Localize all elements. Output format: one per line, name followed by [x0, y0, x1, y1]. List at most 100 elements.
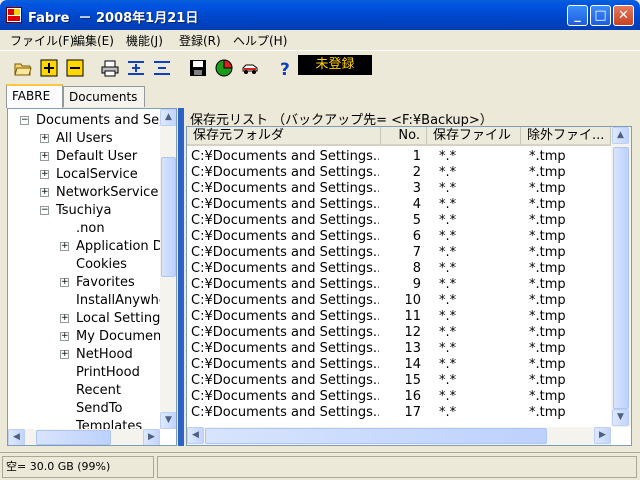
save-button[interactable] [186, 56, 210, 80]
table-row[interactable]: C:¥Documents and Settings... 15 *.* *.tmp [187, 373, 611, 389]
menu-register[interactable]: 登録(R) [179, 32, 221, 49]
collapse-icon[interactable]: − [40, 206, 49, 215]
table-row[interactable]: C:¥Documents and Settings... 14 *.* *.tmp [187, 357, 611, 373]
tree-horizontal-scrollbar[interactable]: ◀ ▶ [8, 429, 160, 445]
table-row[interactable]: C:¥Documents and Settings... 9 *.* *.tmp [187, 277, 611, 293]
cell-files: *.* [439, 309, 457, 324]
table-row[interactable]: C:¥Documents and Settings... 1 *.* *.tmp [187, 149, 611, 165]
list-scroll-up-icon[interactable]: ▲ [612, 127, 629, 144]
print-button[interactable] [98, 56, 122, 80]
title-bar[interactable]: Fabre － 2008年1月21日 _ □ ✕ [0, 0, 640, 30]
scroll-down-icon[interactable]: ▼ [160, 412, 176, 429]
cell-no: 10 [404, 293, 421, 308]
table-row[interactable]: C:¥Documents and Settings... 10 *.* *.tmp [187, 293, 611, 309]
table-row[interactable]: C:¥Documents and Settings... 2 *.* *.tmp [187, 165, 611, 181]
tree-item-label: LocalService [56, 167, 138, 182]
cell-exclude: *.tmp [529, 357, 566, 372]
cell-folder: C:¥Documents and Settings... [191, 373, 379, 388]
table-row[interactable]: C:¥Documents and Settings... 16 *.* *.tmp [187, 389, 611, 405]
table-row[interactable]: C:¥Documents and Settings... 17 *.* *.tmp [187, 405, 611, 421]
menu-bar: ファイル(F) 編集(E) 機能(J) 登録(R) ヘルプ(H) [0, 30, 640, 50]
list-vertical-scrollbar[interactable]: ▲ ▼ [611, 127, 631, 427]
menu-edit[interactable]: 編集(E) [73, 32, 114, 49]
tab-fabre[interactable]: FABRE [6, 84, 63, 108]
cell-no: 17 [404, 405, 421, 420]
cell-no: 14 [404, 357, 421, 372]
menu-help[interactable]: ヘルプ(H) [233, 32, 287, 49]
pie-chart-icon [215, 59, 233, 77]
cell-folder: C:¥Documents and Settings... [191, 405, 379, 420]
delete-row-button[interactable] [150, 56, 174, 80]
column-header-exclude[interactable]: 除外ファイ... [521, 127, 611, 146]
cell-files: *.* [439, 341, 457, 356]
expand-icon[interactable]: + [40, 152, 49, 161]
cell-files: *.* [439, 277, 457, 292]
expand-icon[interactable]: + [60, 278, 69, 287]
maximize-button[interactable]: □ [590, 5, 611, 26]
table-row[interactable]: C:¥Documents and Settings... 3 *.* *.tmp [187, 181, 611, 197]
tree-scroll-thumb[interactable] [161, 157, 176, 277]
column-header-no[interactable]: No. [381, 127, 427, 146]
close-button[interactable]: ✕ [613, 5, 634, 26]
table-row[interactable]: C:¥Documents and Settings... 4 *.* *.tmp [187, 197, 611, 213]
cell-no: 9 [412, 277, 421, 292]
expand-icon[interactable]: + [60, 242, 69, 251]
help-button[interactable]: ? [273, 56, 297, 80]
cell-files: *.* [439, 325, 457, 340]
expand-icon[interactable]: + [60, 314, 69, 323]
pane-splitter[interactable] [178, 108, 184, 446]
scroll-up-icon[interactable]: ▲ [160, 109, 176, 126]
table-row[interactable]: C:¥Documents and Settings... 7 *.* *.tmp [187, 245, 611, 261]
add-row-icon [128, 61, 144, 75]
remove-button[interactable] [63, 56, 87, 80]
menu-file[interactable]: ファイル(F) [10, 32, 74, 49]
app-icon[interactable] [6, 7, 22, 23]
table-row[interactable]: C:¥Documents and Settings... 8 *.* *.tmp [187, 261, 611, 277]
pie-chart-button[interactable] [212, 56, 236, 80]
delete-row-icon [154, 61, 170, 75]
cell-files: *.* [439, 229, 457, 244]
table-row[interactable]: C:¥Documents and Settings... 11 *.* *.tmp [187, 309, 611, 325]
scroll-left-icon[interactable]: ◀ [8, 429, 25, 445]
list-scroll-down-icon[interactable]: ▼ [612, 409, 629, 426]
expand-icon[interactable]: + [60, 332, 69, 341]
car-button[interactable] [238, 56, 262, 80]
cell-no: 5 [412, 213, 421, 228]
add-button[interactable] [37, 56, 61, 80]
list-scroll-left-icon[interactable]: ◀ [187, 427, 204, 444]
list-hscroll-thumb[interactable] [205, 428, 547, 444]
list-horizontal-scrollbar[interactable]: ◀ ▶ [187, 427, 611, 445]
table-row[interactable]: C:¥Documents and Settings... 6 *.* *.tmp [187, 229, 611, 245]
cell-folder: C:¥Documents and Settings... [191, 261, 379, 276]
tree-hscroll-thumb[interactable] [36, 430, 111, 445]
expand-icon[interactable]: + [40, 188, 49, 197]
tree-vertical-scrollbar[interactable]: ▲ ▼ [160, 109, 176, 429]
cell-no: 16 [404, 389, 421, 404]
column-header-folder[interactable]: 保存元フォルダ [187, 127, 381, 146]
expand-icon[interactable]: + [40, 170, 49, 179]
collapse-icon[interactable]: − [20, 116, 29, 125]
table-row[interactable]: C:¥Documents and Settings... 12 *.* *.tmp [187, 325, 611, 341]
column-header-files[interactable]: 保存ファイル [427, 127, 521, 146]
source-list[interactable]: 保存元フォルダ No. 保存ファイル 除外ファイ... C:¥Documents… [186, 126, 632, 446]
expand-icon[interactable]: + [60, 350, 69, 359]
menu-function[interactable]: 機能(J) [126, 32, 163, 49]
scroll-right-icon[interactable]: ▶ [143, 429, 160, 445]
cell-folder: C:¥Documents and Settings... [191, 325, 379, 340]
open-folder-button[interactable] [11, 56, 35, 80]
cell-folder: C:¥Documents and Settings... [191, 149, 379, 164]
expand-icon[interactable]: + [40, 134, 49, 143]
cell-exclude: *.tmp [529, 181, 566, 196]
add-row-button[interactable] [124, 56, 148, 80]
table-row[interactable]: C:¥Documents and Settings... 5 *.* *.tmp [187, 213, 611, 229]
cell-folder: C:¥Documents and Settings... [191, 245, 379, 260]
cell-exclude: *.tmp [529, 341, 566, 356]
list-scroll-thumb[interactable] [613, 147, 629, 409]
tree-item-label: My Documen [76, 329, 162, 344]
minimize-button[interactable]: _ [567, 5, 588, 26]
list-scroll-right-icon[interactable]: ▶ [594, 427, 611, 444]
table-row[interactable]: C:¥Documents and Settings... 13 *.* *.tmp [187, 341, 611, 357]
folder-tree[interactable]: − Documents and Se + All Users + Default User… [7, 108, 177, 446]
tab-documents[interactable]: Documents [63, 86, 145, 107]
cell-folder: C:¥Documents and Settings... [191, 341, 379, 356]
